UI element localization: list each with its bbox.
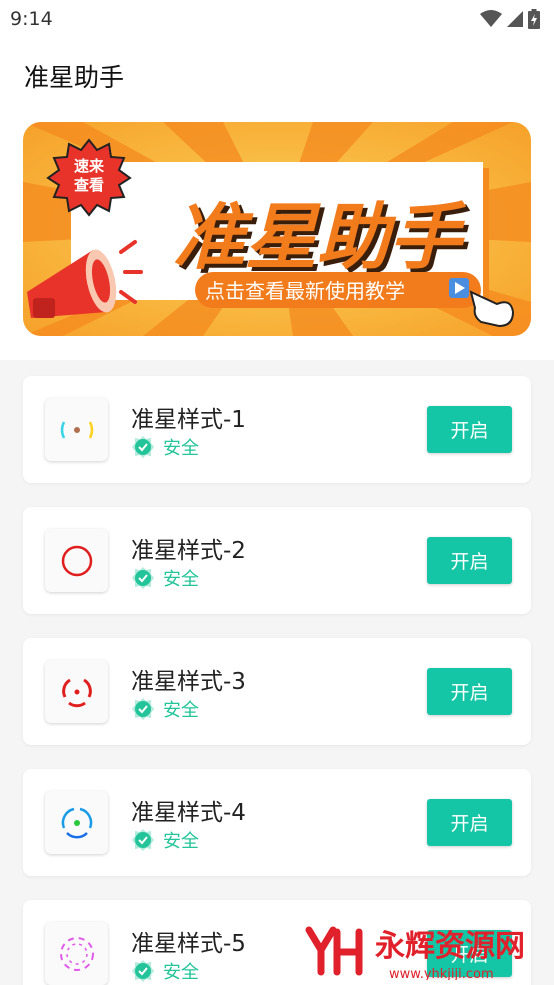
item-name: 准星样式-4 <box>131 800 246 826</box>
watermark-logo-icon <box>305 926 363 976</box>
battery-icon <box>528 9 540 29</box>
shield-check-icon <box>132 436 154 458</box>
crosshair-style-5-icon <box>45 922 108 985</box>
safe-badge: 安全 <box>131 696 199 722</box>
safe-badge: 安全 <box>131 958 199 984</box>
item-name: 准星样式-2 <box>131 538 246 564</box>
badge-line-1: 速来 <box>74 157 105 175</box>
banner-subtitle: 点击查看最新使用教学 <box>205 279 405 303</box>
badge-label: 安全 <box>163 962 199 983</box>
item-name: 准星样式-3 <box>131 669 246 695</box>
safe-badge: 安全 <box>131 827 199 853</box>
shield-check-icon <box>132 829 154 851</box>
status-bar: 9:14 <box>0 0 554 38</box>
item-name: 准星样式-5 <box>131 931 246 957</box>
status-time: 9:14 <box>10 8 53 30</box>
cellular-signal-icon <box>507 11 523 27</box>
safe-badge: 安全 <box>131 434 199 460</box>
banner-graphic: 速来 查看 准星助手 准星助手 点击查看最新使用教学 <box>23 122 531 336</box>
badge-line-2: 查看 <box>74 176 104 194</box>
tutorial-banner[interactable]: 速来 查看 准星助手 准星助手 点击查看最新使用教学 <box>23 122 531 336</box>
list-item: 准星样式-1 安全 开启 <box>23 376 531 483</box>
wifi-icon <box>480 10 502 27</box>
shield-check-icon <box>132 960 154 982</box>
status-icons <box>480 9 540 29</box>
enable-button[interactable]: 开启 <box>427 537 512 584</box>
shield-check-icon <box>132 567 154 589</box>
safe-badge: 安全 <box>131 565 199 591</box>
app-header: 准星助手 速来 查看 准星助手 准星助手 点击查看最新使用教学 <box>0 38 554 360</box>
crosshair-style-2-icon <box>45 529 108 592</box>
badge-label: 安全 <box>163 831 199 852</box>
watermark-brand: 永辉资源网 <box>375 929 525 964</box>
enable-button[interactable]: 开启 <box>427 668 512 715</box>
enable-button[interactable]: 开启 <box>427 406 512 453</box>
watermark: 永辉资源网 www.yhkjiji.com <box>305 920 554 982</box>
list-item: 准星样式-2 安全 开启 <box>23 507 531 614</box>
badge-label: 安全 <box>163 700 199 721</box>
app-title: 准星助手 <box>24 63 125 92</box>
crosshair-style-4-icon <box>45 791 108 854</box>
item-name: 准星样式-1 <box>131 407 246 433</box>
badge-label: 安全 <box>163 569 199 590</box>
badge-label: 安全 <box>163 438 199 459</box>
shield-check-icon <box>132 698 154 720</box>
list-item: 准星样式-3 安全 开启 <box>23 638 531 745</box>
crosshair-style-3-icon <box>45 660 108 723</box>
crosshair-style-1-icon <box>45 398 108 461</box>
watermark-url: www.yhkjiji.com <box>389 967 494 980</box>
list-item: 准星样式-4 安全 开启 <box>23 769 531 876</box>
enable-button[interactable]: 开启 <box>427 799 512 846</box>
banner-headline: 准星助手 <box>173 195 467 279</box>
